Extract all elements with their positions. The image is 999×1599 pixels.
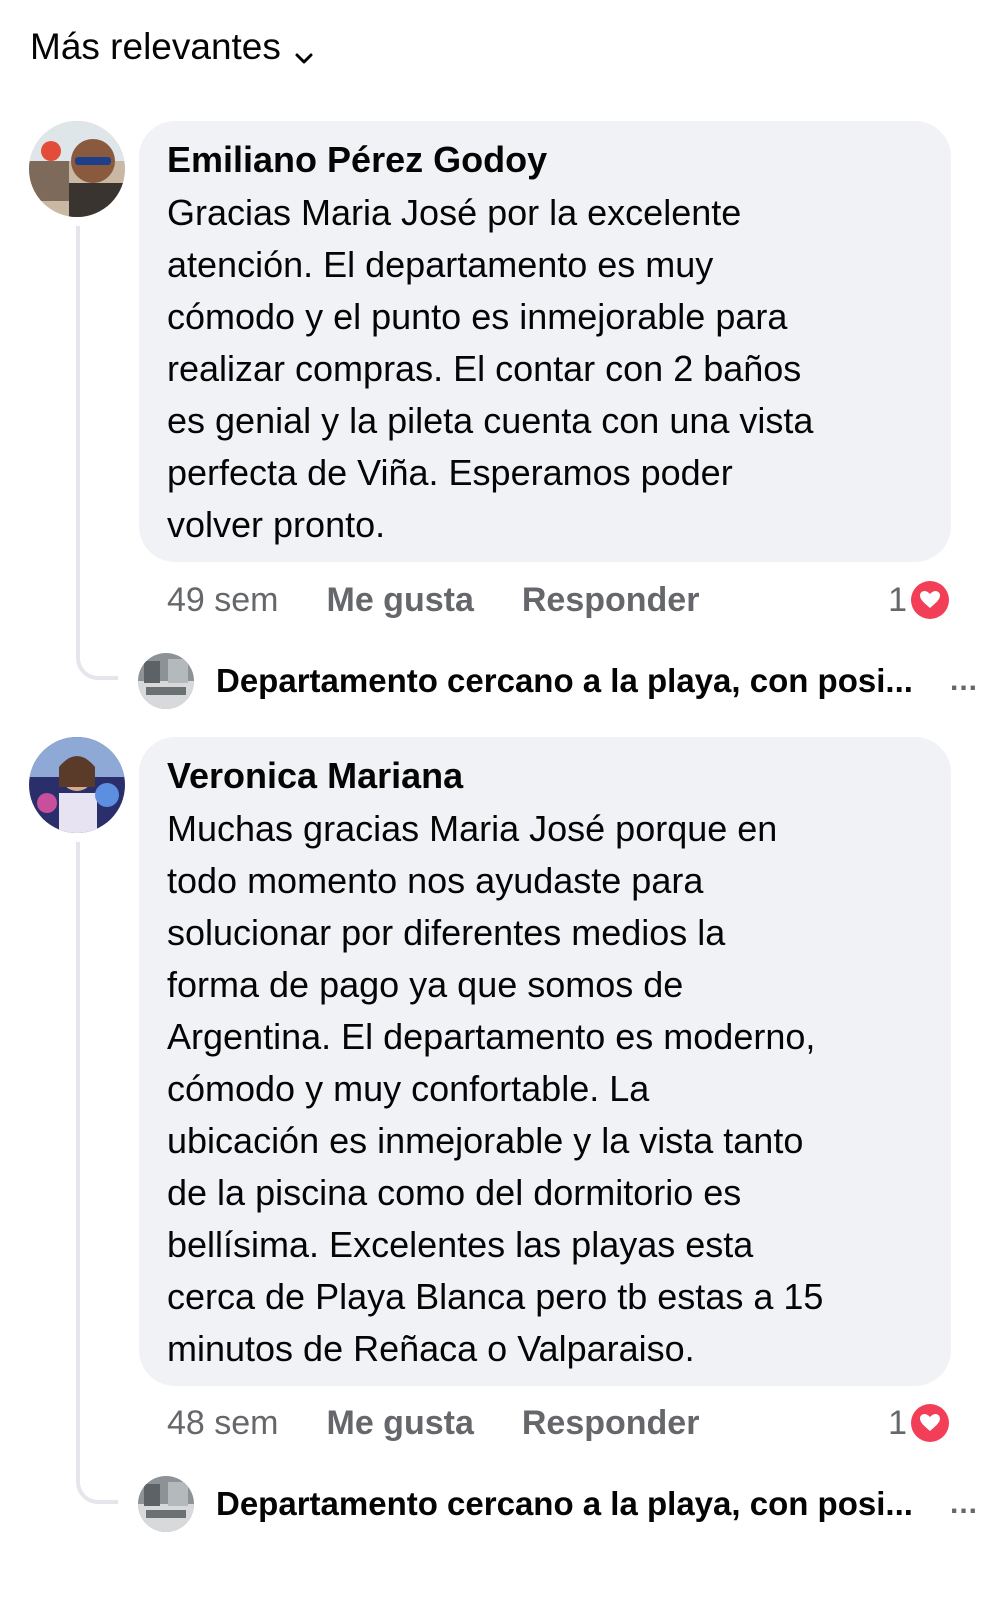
reaction-summary[interactable]: 1 <box>888 1404 949 1443</box>
like-button[interactable]: Me gusta <box>327 581 474 620</box>
heart-icon <box>911 1404 949 1442</box>
comment-text: Muchas gracias Maria José porque en todo… <box>167 808 824 1369</box>
comment-bubble: Veronica Mariana Muchas gracias Maria Jo… <box>139 737 951 1386</box>
avatar[interactable] <box>29 121 125 217</box>
like-button[interactable]: Me gusta <box>327 1404 474 1443</box>
heart-icon <box>911 581 949 619</box>
more-icon[interactable]: ... <box>950 664 978 698</box>
comment-author[interactable]: Emiliano Pérez Godoy <box>167 139 923 181</box>
reply-button[interactable]: Responder <box>522 581 700 620</box>
reaction-count: 1 <box>888 580 907 619</box>
page-avatar <box>138 653 194 709</box>
thread-line <box>76 842 80 1484</box>
reply-preview-row[interactable]: Departamento cercano a la playa, con pos… <box>138 1474 988 1534</box>
sort-dropdown[interactable]: Más relevantes <box>30 26 315 68</box>
comment-bubble: Emiliano Pérez Godoy Gracias Maria José … <box>139 121 951 562</box>
page-avatar <box>138 1476 194 1532</box>
reply-preview-text: Departamento cercano a la playa, con pos… <box>216 662 913 699</box>
reaction-count: 1 <box>888 1403 907 1442</box>
comment-timestamp[interactable]: 49 sem <box>167 581 279 620</box>
reply-preview-row[interactable]: Departamento cercano a la playa, con pos… <box>138 651 988 711</box>
comment-text: Gracias Maria José por la excelente aten… <box>167 192 814 545</box>
reaction-summary[interactable]: 1 <box>888 581 949 620</box>
thread-line <box>76 226 80 660</box>
comment-timestamp[interactable]: 48 sem <box>167 1404 279 1443</box>
thread-connector <box>76 1480 118 1504</box>
comment-author[interactable]: Veronica Mariana <box>167 755 923 797</box>
more-icon[interactable]: ... <box>950 1487 978 1521</box>
reply-preview-text: Departamento cercano a la playa, con pos… <box>216 1485 913 1522</box>
comment-actions: 49 sem Me gusta Responder 1 <box>167 580 957 620</box>
sort-label: Más relevantes <box>30 26 281 67</box>
reply-button[interactable]: Responder <box>522 1404 700 1443</box>
thread-connector <box>76 656 118 680</box>
comment-actions: 48 sem Me gusta Responder 1 <box>167 1403 957 1443</box>
avatar[interactable] <box>29 737 125 833</box>
chevron-down-icon <box>293 36 315 64</box>
